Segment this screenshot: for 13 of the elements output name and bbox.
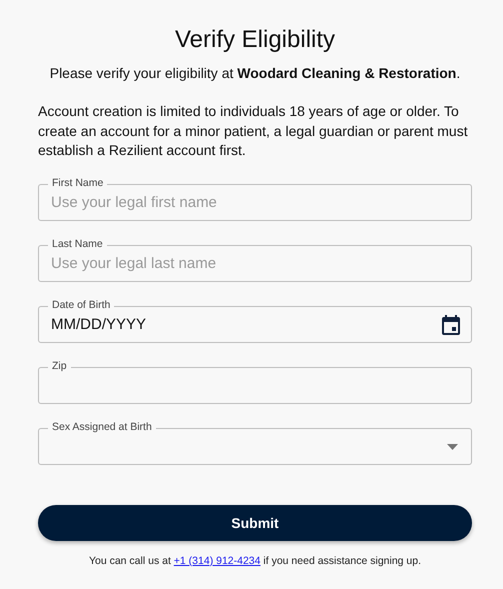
- field-label: Sex Assigned at Birth: [48, 420, 156, 432]
- submit-button[interactable]: Submit: [38, 504, 472, 540]
- field-label: Zip: [48, 360, 71, 372]
- field-label: Last Name: [48, 238, 107, 250]
- age-notice: Account creation is limited to individuals 18 years of age or older. To create an account for a minor patient, a legal guardian or parent must establish a Rezilient account first.: [38, 102, 469, 160]
- dropdown-caret-icon[interactable]: [447, 444, 458, 450]
- page-title: Verify Eligibility: [174, 25, 336, 55]
- field-label: First Name: [48, 176, 108, 188]
- calendar-icon[interactable]: [442, 314, 460, 334]
- phone-link[interactable]: +1 (314) 912-4234: [174, 554, 260, 566]
- subtitle: Please verify your eligibility at Woodard Cleaning & Restoration.: [48, 64, 462, 82]
- field-label: Date of Birth: [48, 298, 114, 310]
- help-text: You can call us at +1 (314) 912-4234 if you need assistance signing up.: [88, 554, 422, 566]
